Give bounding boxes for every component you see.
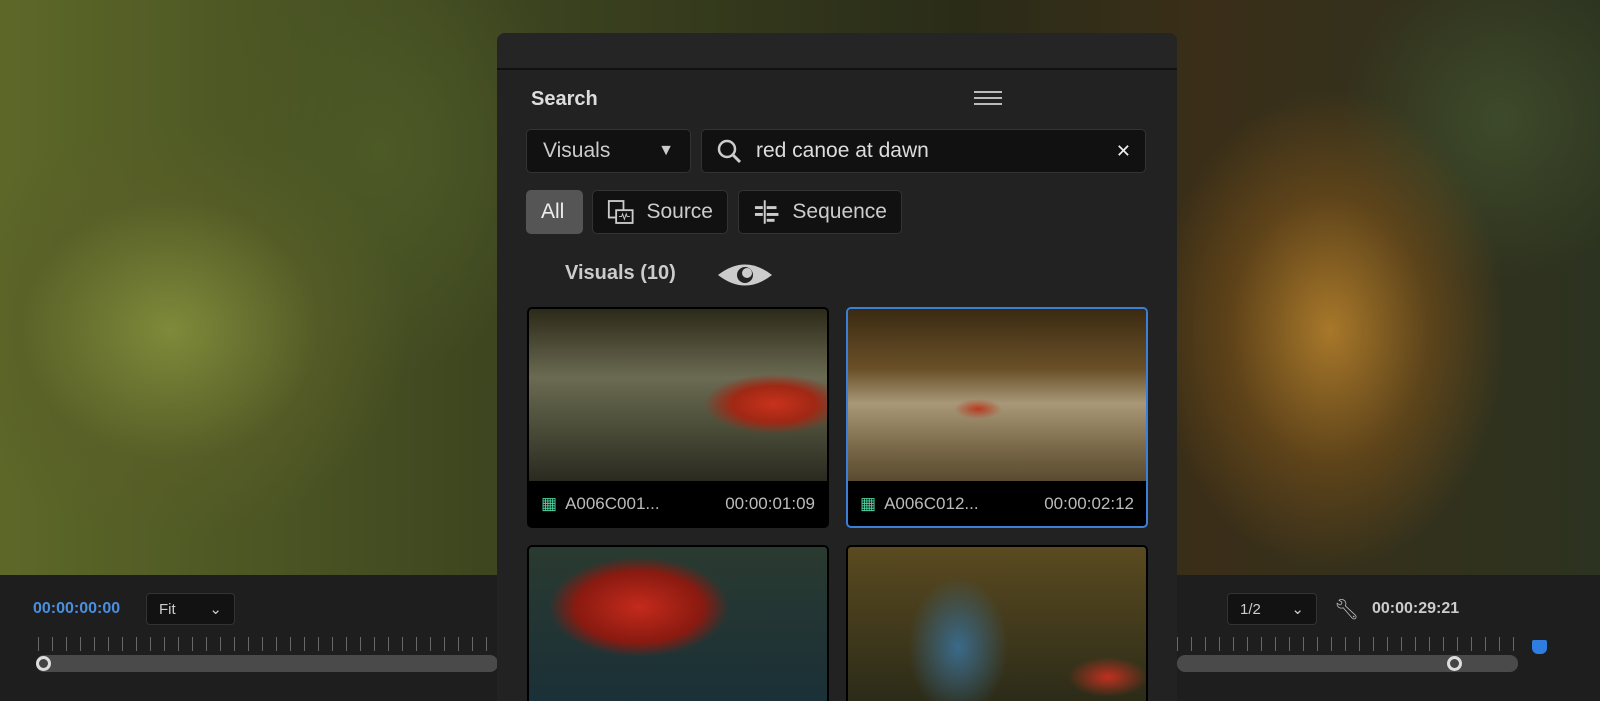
thumbnail (848, 547, 1146, 701)
search-panel: Search Visuals ▼ red canoe at dawn ✕ All … (497, 33, 1177, 701)
current-timecode[interactable]: 00:00:00:00 (33, 600, 120, 618)
filter-label: Source (646, 200, 713, 223)
clip-name: A006C001... (565, 493, 660, 513)
resolution-select[interactable]: 1/2 ⌄ (1227, 593, 1317, 625)
clip-icon: ▦ (860, 493, 877, 513)
sequence-icon (754, 200, 779, 224)
clip-name: A006C012... (884, 493, 979, 513)
hamburger-menu-icon[interactable] (974, 91, 1002, 105)
in-point-handle[interactable] (36, 656, 51, 671)
thumbnail (529, 547, 827, 701)
scope-value: Visuals (543, 139, 611, 162)
eye-icon[interactable] (716, 262, 774, 288)
search-input[interactable]: red canoe at dawn ✕ (701, 129, 1146, 173)
chevron-down-icon: ⌄ (1291, 601, 1304, 618)
chevron-down-icon: ▼ (658, 142, 674, 159)
clip-duration: 00:00:02:12 (1044, 493, 1134, 513)
out-marker-icon[interactable] (1532, 640, 1547, 654)
time-ruler[interactable] (38, 637, 498, 651)
panel-title: Search (531, 88, 598, 110)
scrub-track-right[interactable] (1177, 655, 1518, 672)
clear-icon[interactable]: ✕ (1116, 141, 1131, 162)
chevron-down-icon: ⌄ (209, 601, 222, 618)
scrub-track[interactable] (36, 655, 498, 672)
search-query: red canoe at dawn (756, 139, 929, 162)
scope-dropdown[interactable]: Visuals ▼ (526, 129, 691, 173)
filter-source[interactable]: Source (592, 190, 728, 234)
results-heading: Visuals (10) (565, 262, 676, 284)
search-icon (717, 139, 742, 164)
filter-all[interactable]: All (526, 190, 583, 234)
thumbnail (848, 309, 1146, 481)
zoom-value: Fit (159, 600, 176, 618)
filter-sequence[interactable]: Sequence (738, 190, 902, 234)
clip-icon: ▦ (541, 493, 558, 513)
zoom-select[interactable]: Fit ⌄ (146, 593, 235, 625)
result-card[interactable]: ▦ A006C001... 00:00:01:09 (527, 307, 829, 528)
result-card[interactable] (846, 545, 1148, 701)
panel-header (497, 33, 1177, 70)
source-clip-icon (607, 200, 634, 224)
filter-label: Sequence (792, 200, 887, 223)
wrench-icon[interactable]: 🔧︎ (1334, 597, 1359, 622)
time-ruler-right[interactable] (1177, 637, 1525, 651)
playhead-handle[interactable] (1447, 656, 1462, 671)
resolution-value: 1/2 (1240, 600, 1261, 618)
filter-label: All (541, 200, 565, 223)
thumbnail (529, 309, 827, 481)
result-card[interactable] (527, 545, 829, 701)
result-card[interactable]: ▦ A006C012... 00:00:02:12 (846, 307, 1148, 528)
duration-timecode: 00:00:29:21 (1372, 600, 1460, 617)
clip-duration: 00:00:01:09 (725, 493, 815, 513)
